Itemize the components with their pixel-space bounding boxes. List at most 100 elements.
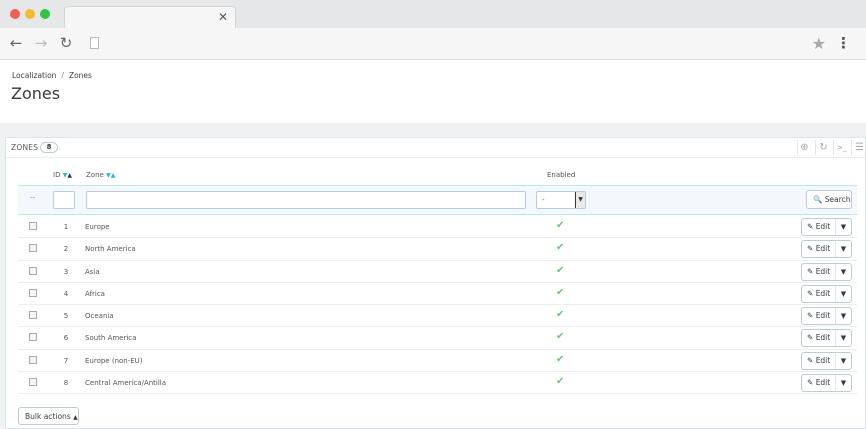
breadcrumb-localization[interactable]: Localization [12,71,56,80]
table-header: ID ▼▲ Zone ▼▲ Enabled [13,167,857,185]
breadcrumb-zones[interactable]: Zones [69,71,92,80]
toolbar-divider [833,140,834,155]
edit-label: Edit [815,333,831,343]
edit-dropdown-caret-icon[interactable]: ▼ [836,264,851,280]
table-row[interactable]: 6 South America ✔ ✎ Edit ▼ [18,327,857,350]
cell-zone: Asia [85,267,100,276]
caret-up-icon: ▲ [73,414,78,421]
edit-button[interactable]: ✎ Edit [802,308,836,325]
filter-zone-input[interactable] [86,191,526,209]
row-checkbox[interactable] [29,244,37,253]
table-row[interactable]: 2 North America ✔ ✎ Edit ▼ [18,238,857,261]
table-row[interactable]: 7 Europe (non-EU) ✔ ✎ Edit ▼ [18,349,857,373]
edit-dropdown-caret-icon[interactable]: ▼ [836,353,851,369]
cell-id: 5 [63,312,69,321]
edit-button[interactable]: ✎ Edit [802,330,836,347]
enabled-check-icon[interactable]: ✔ [556,309,564,320]
search-icon: 🔍 [813,195,823,204]
edit-button[interactable]: ✎ Edit [802,219,836,235]
search-button-label: Search [824,195,851,204]
row-checkbox[interactable] [29,222,37,230]
edit-button[interactable]: ✎ Edit [802,375,836,392]
filter-dash: -- [30,194,36,202]
edit-label: Edit [815,355,831,365]
edit-label: Edit [815,244,831,254]
edit-button[interactable]: ✎ Edit [802,241,836,258]
database-icon[interactable]: ☰ [853,141,866,154]
edit-button[interactable]: ✎ Edit [802,285,836,302]
cell-id: 2 [63,245,69,254]
enabled-check-icon[interactable]: ✔ [556,354,564,365]
cell-id: 8 [63,379,69,388]
search-button[interactable]: 🔍 Search [806,190,852,209]
bulk-actions-button[interactable]: Bulk actions ▲ [18,407,79,425]
breadcrumb-separator: / [61,71,64,80]
table-row[interactable]: 3 Asia ✔ ✎ Edit ▼ [18,260,857,283]
filter-enabled-select[interactable]: - ▼ [536,191,586,209]
column-header-id[interactable]: ID ▼▲ [53,171,72,179]
row-checkbox[interactable] [29,333,37,342]
table-row[interactable]: 1 Europe ✔ ✎ Edit ▼ [18,216,857,239]
window-maximize-dot[interactable] [40,9,50,19]
edit-label: Edit [815,311,831,321]
edit-dropdown-caret-icon[interactable]: ▼ [836,286,851,302]
select-arrow-icon[interactable]: ▼ [575,192,585,208]
page-icon [90,37,99,49]
enabled-check-icon[interactable]: ✔ [556,265,564,276]
sort-asc-icon[interactable]: ▲ [67,172,72,179]
window-minimize-dot[interactable] [25,9,35,19]
filter-enabled-value: - [542,196,545,204]
filter-id-input[interactable] [53,191,75,209]
enabled-check-icon[interactable]: ✔ [556,220,564,231]
browser-menu-icon[interactable]: ⋮ [836,34,851,52]
page-title: Zones [11,84,61,103]
filter-row: -- - ▼ 🔍 Search [18,185,857,215]
toolbar-divider [851,140,852,155]
edit-dropdown-caret-icon[interactable]: ▼ [836,241,851,257]
window-close-dot[interactable] [10,9,20,19]
row-checkbox[interactable] [29,266,37,275]
refresh-icon[interactable]: ↻ [817,141,830,154]
pencil-icon: ✎ [807,244,814,254]
edit-dropdown-caret-icon[interactable]: ▼ [836,330,851,346]
edit-dropdown-caret-icon[interactable]: ▼ [836,308,851,324]
edit-dropdown-caret-icon[interactable]: ▼ [836,375,851,391]
column-header-zone[interactable]: Zone ▼▲ [86,171,115,179]
cell-zone: South America [85,334,137,343]
edit-button-group: ✎ Edit ▼ [801,240,852,259]
cell-id: 4 [63,289,69,298]
forward-arrow-icon[interactable]: → [33,35,49,51]
row-checkbox[interactable] [29,311,37,320]
pencil-icon: ✎ [807,378,814,388]
back-arrow-icon[interactable]: ← [8,35,24,51]
row-checkbox[interactable] [29,378,37,387]
breadcrumb: Localization / Zones [12,71,92,80]
column-header-zone-label: Zone [86,171,104,179]
edit-dropdown-caret-icon[interactable]: ▼ [836,219,851,235]
table-row[interactable]: 5 Oceania ✔ ✎ Edit ▼ [18,305,857,328]
cell-id: 1 [63,223,69,231]
row-checkbox[interactable] [29,288,37,297]
add-icon[interactable]: ⊕ [798,141,811,154]
enabled-check-icon[interactable]: ✔ [556,242,564,253]
table-row[interactable]: 4 Africa ✔ ✎ Edit ▼ [18,282,857,306]
table-row[interactable]: 8 Central America/Antilla ✔ ✎ Edit ▼ [18,372,857,395]
browser-toolbar: ← → ↻ ★ ⋮ [0,28,866,60]
edit-button[interactable]: ✎ Edit [802,263,836,280]
edit-button-group: ✎ Edit ▼ [801,218,852,236]
cell-id: 6 [63,334,69,343]
sql-terminal-icon[interactable]: >_ [835,141,848,154]
sort-asc-icon[interactable]: ▲ [111,172,116,179]
edit-button[interactable]: ✎ Edit [802,352,836,369]
reload-icon[interactable]: ↻ [58,35,74,51]
bookmark-star-icon[interactable]: ★ [812,34,826,53]
browser-tab[interactable]: ✕ [64,6,236,28]
enabled-check-icon[interactable]: ✔ [556,331,564,342]
cell-zone: Europe (non-EU) [85,356,143,365]
tab-close-icon[interactable]: ✕ [218,10,228,24]
enabled-check-icon[interactable]: ✔ [556,376,564,387]
row-checkbox[interactable] [29,355,37,364]
edit-button-group: ✎ Edit ▼ [801,262,852,281]
enabled-check-icon[interactable]: ✔ [556,287,564,298]
edit-label: Edit [815,378,831,388]
